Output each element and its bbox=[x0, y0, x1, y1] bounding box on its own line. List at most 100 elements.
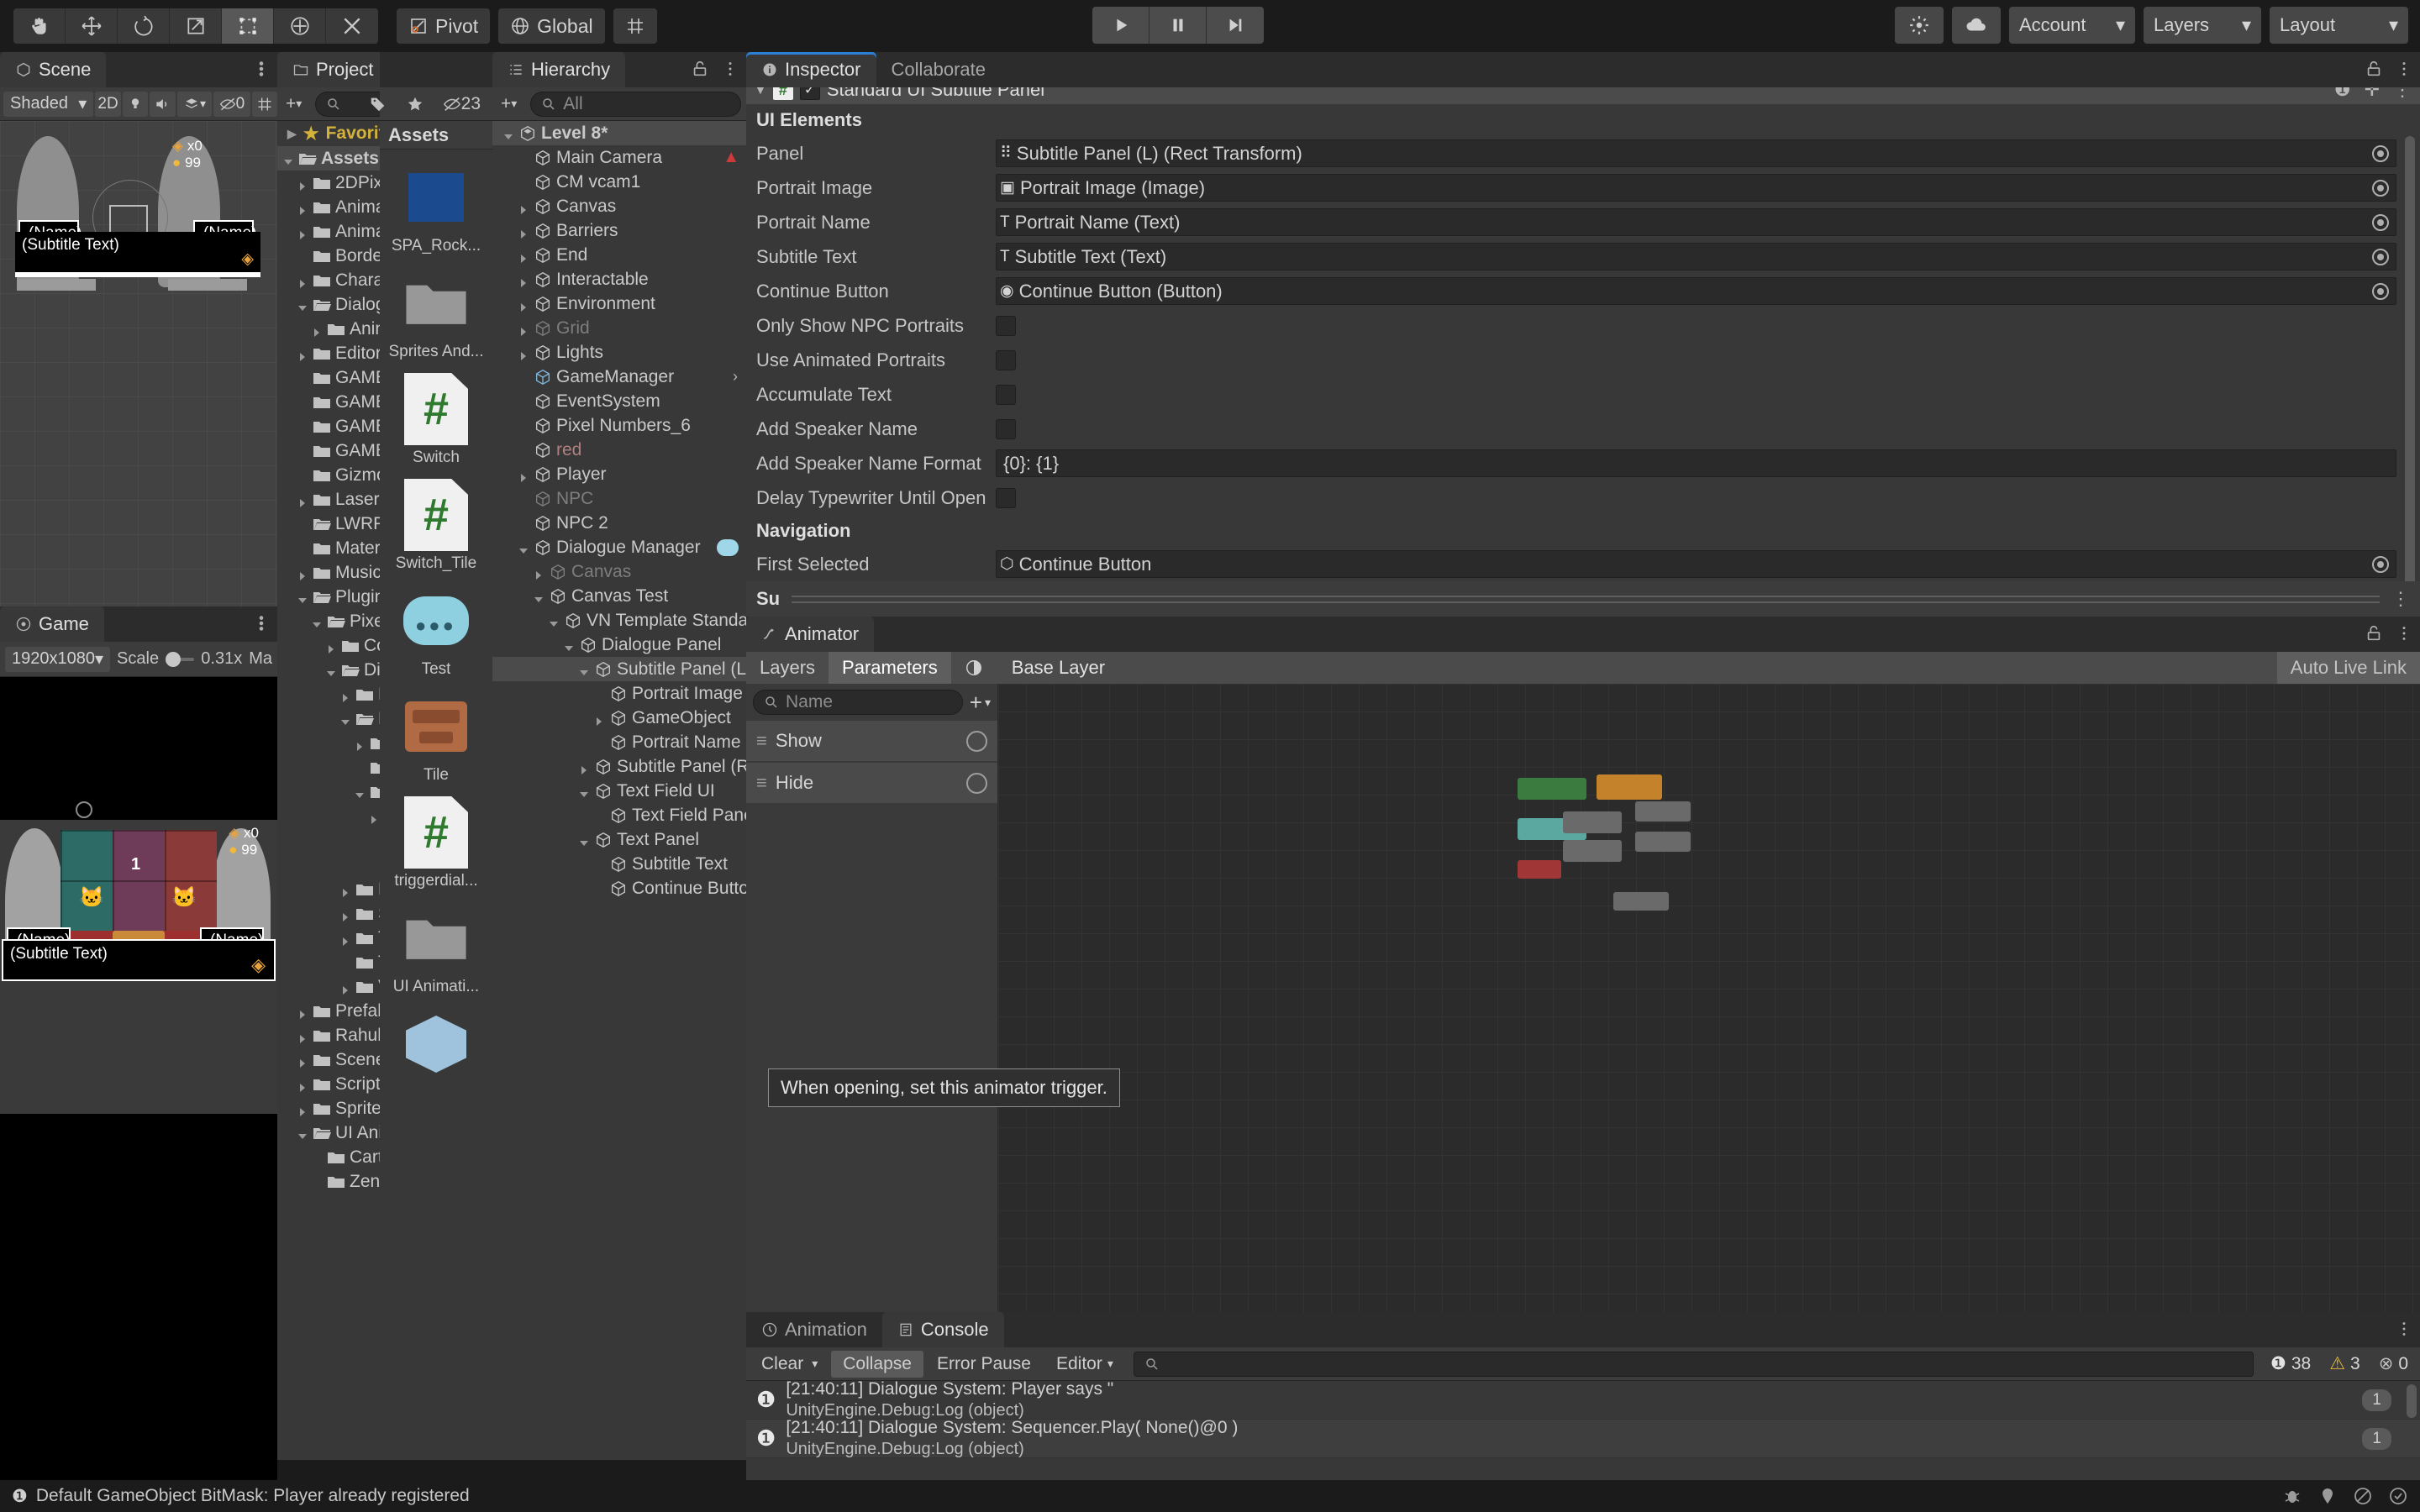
object-picker-icon[interactable] bbox=[2372, 555, 2389, 573]
triangle-down-icon[interactable] bbox=[297, 299, 308, 311]
hierarchy-tree[interactable]: Level 8* Main Camera ▲ CM vcam1 Canvas Barrie… bbox=[492, 121, 746, 900]
scene-tab-options[interactable] bbox=[252, 60, 271, 78]
checkbox-field[interactable] bbox=[996, 384, 1016, 405]
hierarchy-item[interactable]: Dialogue Panel bbox=[492, 633, 746, 657]
tab-parameters[interactable]: Parameters bbox=[829, 652, 951, 684]
triangle-right-icon[interactable] bbox=[297, 494, 308, 507]
triangle-right-icon[interactable] bbox=[518, 225, 529, 239]
tab-scene[interactable]: Scene bbox=[0, 52, 107, 87]
game-resolution-dropdown[interactable]: 1920x1080 ▾ bbox=[5, 646, 111, 672]
triangle-right-icon[interactable] bbox=[593, 712, 605, 726]
triangle-down-icon[interactable] bbox=[578, 664, 590, 675]
drag-handle-icon[interactable]: ≡ bbox=[756, 772, 767, 794]
object-picker-icon[interactable] bbox=[2372, 248, 2389, 265]
triangle-down-icon[interactable] bbox=[533, 591, 544, 602]
checkbox-field[interactable] bbox=[996, 418, 1016, 439]
triangle-down-icon[interactable] bbox=[297, 591, 308, 603]
assets-grid[interactable]: SPA_Rock... Sprites And... # Switch # Switch_… bbox=[380, 150, 492, 1460]
state-node-5[interactable] bbox=[1613, 892, 1669, 911]
triangle-right-icon[interactable] bbox=[354, 738, 366, 751]
triangle-down-icon[interactable] bbox=[297, 1127, 308, 1139]
triangle-right-icon[interactable] bbox=[297, 1103, 308, 1116]
object-field[interactable]: ▣ Portrait Image (Image) bbox=[996, 174, 2396, 202]
lock-icon[interactable] bbox=[2365, 624, 2383, 643]
rotate-tool-button[interactable] bbox=[118, 8, 170, 44]
global-toggle-button[interactable]: Global bbox=[498, 8, 605, 44]
state-node-exit[interactable] bbox=[1518, 860, 1561, 879]
hierarchy-item[interactable]: NPC bbox=[492, 486, 746, 511]
hierarchy-item[interactable]: Text Field Panel bbox=[492, 803, 746, 827]
move-tool-button[interactable] bbox=[66, 8, 118, 44]
object-field[interactable]: ⬡ Continue Button bbox=[996, 550, 2396, 578]
game-tab-options[interactable] bbox=[252, 614, 271, 633]
console-log-row[interactable]: ❶ [21:40:11] Dialogue System: Sequencer.P… bbox=[746, 1418, 2420, 1458]
triangle-down-icon[interactable] bbox=[311, 616, 323, 627]
project-add-button[interactable]: + ▾ bbox=[277, 91, 310, 118]
object-field[interactable]: T Portrait Name (Text) bbox=[996, 208, 2396, 236]
hand-tool-button[interactable] bbox=[13, 8, 66, 44]
hierarchy-search-input[interactable]: All bbox=[530, 91, 741, 117]
console-log-row[interactable]: ❶ [21:40:11] Dialogue System: Player says… bbox=[746, 1379, 2420, 1420]
hierarchy-item[interactable]: Main Camera ▲ bbox=[492, 145, 746, 170]
custom-editor-tool-button[interactable] bbox=[326, 8, 378, 44]
hierarchy-item[interactable]: GameManager › bbox=[492, 365, 746, 389]
services-settings-icon[interactable] bbox=[1895, 7, 1944, 44]
hierarchy-item[interactable]: Player bbox=[492, 462, 746, 486]
triangle-right-icon[interactable] bbox=[518, 298, 529, 312]
triangle-right-icon[interactable] bbox=[297, 177, 308, 191]
triangle-right-icon[interactable] bbox=[311, 323, 323, 337]
hierarchy-item[interactable]: Level 8* bbox=[492, 121, 746, 145]
triangle-right-icon[interactable] bbox=[518, 201, 529, 214]
hierarchy-item[interactable]: Subtitle Panel (L) bbox=[492, 657, 746, 681]
help-icon[interactable]: ❶ bbox=[2334, 87, 2351, 101]
hierarchy-item[interactable]: Portrait Image bbox=[492, 681, 746, 706]
checkbox-field[interactable] bbox=[996, 487, 1016, 508]
console-collapse-toggle[interactable]: Collapse bbox=[831, 1350, 923, 1378]
hierarchy-item[interactable]: GameObject bbox=[492, 706, 746, 730]
game-scale-slider[interactable] bbox=[166, 651, 195, 667]
text-field[interactable]: {0}: {1} bbox=[996, 449, 2396, 477]
hierarchy-item[interactable]: Pixel Numbers_6 bbox=[492, 413, 746, 438]
triangle-down-icon[interactable] bbox=[339, 713, 351, 725]
hierarchy-item[interactable]: Grid bbox=[492, 316, 746, 340]
preset-icon[interactable]: ✛ bbox=[2365, 87, 2380, 101]
hierarchy-item[interactable]: Dialogue Manager bbox=[492, 535, 746, 559]
scene-fx-dropdown[interactable]: ▾ bbox=[176, 91, 213, 117]
triangle-down-icon[interactable]: ▼ bbox=[755, 87, 766, 97]
scene-grid-icon[interactable] bbox=[251, 91, 277, 117]
triangle-right-icon[interactable] bbox=[518, 274, 529, 287]
console-scrollbar[interactable] bbox=[2407, 1384, 2417, 1418]
hierarchy-item[interactable]: Text Panel bbox=[492, 827, 746, 852]
trigger-toggle[interactable] bbox=[966, 730, 987, 752]
triangle-right-icon[interactable] bbox=[297, 275, 308, 288]
tab-animator[interactable]: Animator bbox=[746, 617, 875, 652]
label-filter-icon[interactable] bbox=[360, 91, 396, 118]
drag-handle-icon[interactable]: ≡ bbox=[756, 730, 767, 752]
tab-console[interactable]: Console bbox=[881, 1312, 1004, 1347]
triangle-down-icon[interactable] bbox=[502, 128, 514, 139]
hierarchy-item[interactable]: Canvas bbox=[492, 194, 746, 218]
triangle-right-icon[interactable] bbox=[578, 761, 590, 774]
hierarchy-item[interactable]: Text Field UI bbox=[492, 779, 746, 803]
hierarchy-item[interactable]: Subtitle Text bbox=[492, 852, 746, 876]
checkbox-field[interactable] bbox=[996, 315, 1016, 336]
triangle-right-icon[interactable] bbox=[297, 1054, 308, 1068]
asset-item[interactable]: Tile bbox=[380, 690, 492, 785]
console-warning-count[interactable]: ⚠ 3 bbox=[2321, 1353, 2369, 1374]
animator-param-search[interactable]: Name bbox=[753, 690, 963, 715]
triangle-right-icon[interactable] bbox=[297, 202, 308, 215]
account-dropdown[interactable]: Account ▾ bbox=[2009, 7, 2135, 44]
scene-audio-icon[interactable] bbox=[150, 91, 176, 117]
animator-options-icon[interactable] bbox=[2395, 624, 2413, 643]
console-error-pause-toggle[interactable]: Error Pause bbox=[925, 1351, 1043, 1378]
lock-icon[interactable] bbox=[2365, 60, 2383, 78]
no-collab-icon[interactable] bbox=[2353, 1486, 2373, 1506]
console-editor-dropdown[interactable]: Editor ▾ bbox=[1044, 1351, 1125, 1378]
hierarchy-item[interactable]: NPC 2 bbox=[492, 511, 746, 535]
hierarchy-item[interactable]: red bbox=[492, 438, 746, 462]
tab-game[interactable]: Game bbox=[0, 606, 104, 642]
animator-eye-icon[interactable] bbox=[951, 652, 997, 684]
triangle-down-icon[interactable] bbox=[548, 615, 560, 627]
asset-item[interactable]: # Switch_Tile bbox=[380, 479, 492, 573]
triangle-down-icon[interactable] bbox=[282, 153, 294, 165]
